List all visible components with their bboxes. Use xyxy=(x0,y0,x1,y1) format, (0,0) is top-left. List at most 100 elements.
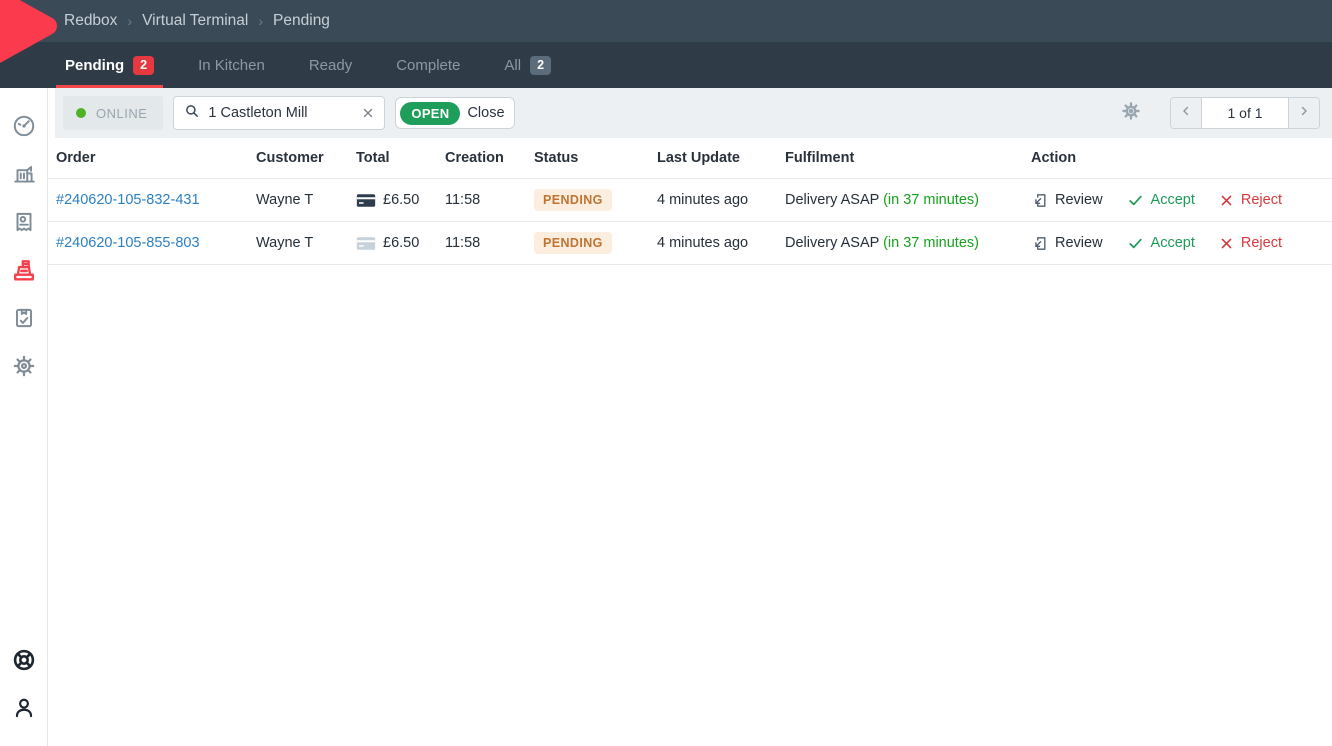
tab-all-label: All xyxy=(504,57,521,74)
clipboard-check-icon xyxy=(11,305,37,336)
storefront-building-icon xyxy=(11,161,37,192)
breadcrumb-separator-icon: › xyxy=(258,13,263,29)
sidebar-item-virtual-terminal[interactable] xyxy=(0,248,48,296)
order-total: £6.50 xyxy=(383,235,419,251)
tab-pending-label: Pending xyxy=(65,57,124,74)
sidebar-item-customers[interactable] xyxy=(0,200,48,248)
column-header-status: Status xyxy=(526,138,649,179)
tab-in-kitchen-label: In Kitchen xyxy=(198,57,265,74)
column-header-action: Action xyxy=(1023,138,1332,179)
reject-button[interactable]: Reject xyxy=(1219,192,1282,208)
tab-ready[interactable]: Ready xyxy=(300,42,361,88)
status-badge: PENDING xyxy=(534,232,612,254)
accept-button[interactable]: Accept xyxy=(1127,235,1195,252)
chevron-left-icon xyxy=(1179,104,1193,123)
tab-pending[interactable]: Pending 2 xyxy=(56,42,163,88)
breadcrumb-item-virtual-terminal[interactable]: Virtual Terminal xyxy=(142,12,248,30)
column-header-customer: Customer xyxy=(248,138,348,179)
terminal-toolbar: ONLINE xyxy=(55,88,1332,138)
sidebar-item-settings[interactable] xyxy=(0,344,48,392)
review-document-icon xyxy=(1031,235,1048,252)
breadcrumb-separator-icon: › xyxy=(127,13,132,29)
settings-gear-icon[interactable] xyxy=(1120,100,1142,127)
sidebar-item-help[interactable] xyxy=(0,638,48,686)
reject-label: Reject xyxy=(1241,192,1282,208)
status-badge: PENDING xyxy=(534,189,612,211)
search-input[interactable] xyxy=(208,105,354,121)
close-button-label: Close xyxy=(467,105,504,121)
breadcrumb-item-redbox[interactable]: Redbox xyxy=(64,12,117,30)
tab-in-kitchen[interactable]: In Kitchen xyxy=(189,42,274,88)
online-status-dot-icon xyxy=(76,108,86,118)
column-header-order: Order xyxy=(48,138,248,179)
accept-button[interactable]: Accept xyxy=(1127,192,1195,209)
fulfilment-type: Delivery ASAP xyxy=(785,192,879,208)
virtual-terminal-app: Redbox › Virtual Terminal › Pending Pend… xyxy=(0,0,1332,746)
last-update: 4 minutes ago xyxy=(657,235,748,251)
fulfilment-type: Delivery ASAP xyxy=(785,235,879,251)
sidebar-item-account[interactable] xyxy=(0,686,48,734)
order-number-link[interactable]: #240620-105-855-803 xyxy=(56,235,200,251)
reject-label: Reject xyxy=(1241,235,1282,251)
review-document-icon xyxy=(1031,192,1048,209)
tab-all[interactable]: All 2 xyxy=(495,42,560,88)
chevron-right-icon xyxy=(1297,104,1311,123)
column-header-fulfilment: Fulfilment xyxy=(777,138,1023,179)
accept-label: Accept xyxy=(1151,235,1195,251)
dashboard-gauge-icon xyxy=(11,113,37,144)
customer-receipt-icon xyxy=(11,209,37,240)
sidebar-item-orders[interactable] xyxy=(0,296,48,344)
tab-complete-label: Complete xyxy=(396,57,460,74)
creation-time: 11:58 xyxy=(445,192,480,208)
customer-name: Wayne T xyxy=(256,235,313,251)
tab-pending-count-badge: 2 xyxy=(133,56,154,75)
x-icon xyxy=(1219,236,1234,251)
credit-card-icon xyxy=(356,193,376,208)
order-total: £6.50 xyxy=(383,192,419,208)
review-label: Review xyxy=(1055,192,1103,208)
breadcrumb-item-pending[interactable]: Pending xyxy=(273,12,330,30)
fulfilment-eta: (in 37 minutes) xyxy=(883,192,979,208)
online-status: ONLINE xyxy=(63,96,163,130)
creation-time: 11:58 xyxy=(445,235,480,251)
accept-label: Accept xyxy=(1151,192,1195,208)
column-header-total: Total xyxy=(348,138,437,179)
check-icon xyxy=(1127,192,1144,209)
fulfilment-eta: (in 37 minutes) xyxy=(883,235,979,251)
order-row: #240620-105-832-431 Wayne T £6.50 xyxy=(48,179,1332,222)
online-status-label: ONLINE xyxy=(96,106,147,121)
pagination-current-page: 1 of 1 xyxy=(1201,98,1289,128)
tab-all-count-badge: 2 xyxy=(530,56,551,75)
cash-register-icon xyxy=(10,256,38,289)
last-update: 4 minutes ago xyxy=(657,192,748,208)
orders-table: Order Customer Total Creation Status Las… xyxy=(48,138,1332,265)
credit-card-icon xyxy=(356,236,376,251)
x-icon xyxy=(1219,193,1234,208)
pagination-next-button[interactable] xyxy=(1289,98,1319,128)
tab-ready-label: Ready xyxy=(309,57,352,74)
tab-complete[interactable]: Complete xyxy=(387,42,469,88)
clear-search-icon[interactable] xyxy=(361,106,375,120)
user-account-icon xyxy=(11,695,37,726)
review-button[interactable]: Review xyxy=(1031,192,1103,209)
open-close-toggle-button[interactable]: OPEN Close xyxy=(395,97,514,129)
open-status-badge: OPEN xyxy=(400,102,460,125)
order-status-tabs: Pending 2 In Kitchen Ready Complete All … xyxy=(0,42,1332,88)
customer-name: Wayne T xyxy=(256,192,313,208)
order-row: #240620-105-855-803 Wayne T £6.50 xyxy=(48,222,1332,265)
breadcrumb: Redbox › Virtual Terminal › Pending xyxy=(64,12,330,30)
sidebar xyxy=(0,88,48,746)
reject-button[interactable]: Reject xyxy=(1219,235,1282,251)
check-icon xyxy=(1127,235,1144,252)
empty-content-area xyxy=(48,265,1332,746)
pagination-prev-button[interactable] xyxy=(1171,98,1201,128)
table-header-row: Order Customer Total Creation Status Las… xyxy=(48,138,1332,179)
search-icon xyxy=(183,102,201,125)
sidebar-item-venues[interactable] xyxy=(0,152,48,200)
order-number-link[interactable]: #240620-105-832-431 xyxy=(56,192,200,208)
sidebar-item-dashboard[interactable] xyxy=(0,104,48,152)
column-header-last-update: Last Update xyxy=(649,138,777,179)
review-button[interactable]: Review xyxy=(1031,235,1103,252)
column-header-creation: Creation xyxy=(437,138,526,179)
top-bar: Redbox › Virtual Terminal › Pending xyxy=(0,0,1332,42)
